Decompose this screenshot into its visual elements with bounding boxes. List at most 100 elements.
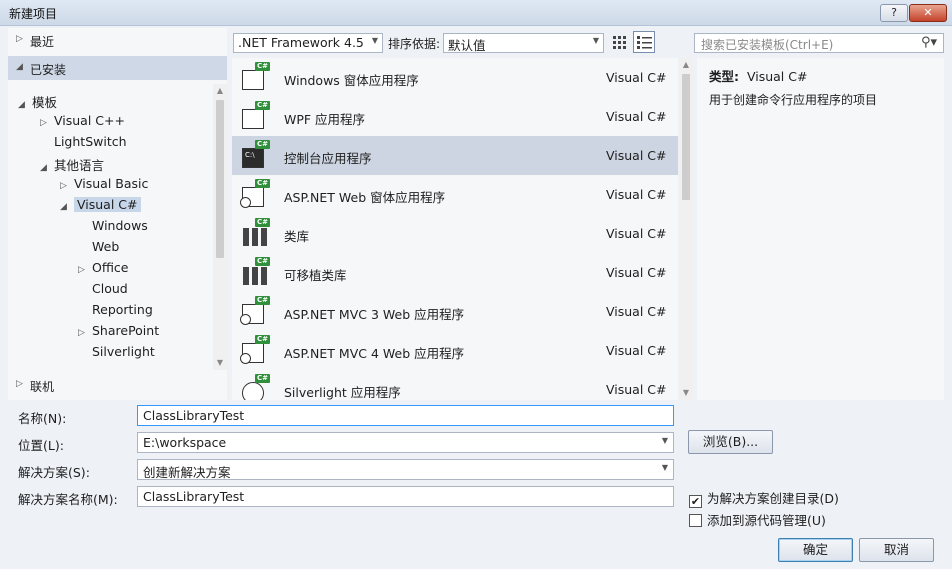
list-view-button[interactable]: [633, 31, 655, 53]
template-language: Visual C#: [606, 226, 667, 241]
tree-item[interactable]: ▷ SharePoint: [78, 323, 159, 343]
tree-item[interactable]: Silverlight: [78, 344, 155, 364]
tree-item-label: SharePoint: [92, 323, 160, 338]
template-row[interactable]: C# WPF 应用程序 Visual C#: [232, 97, 678, 136]
help-button[interactable]: ?: [880, 4, 908, 22]
template-row[interactable]: C# ASP.NET MVC 4 Web 应用程序 Visual C#: [232, 331, 678, 370]
sort-select[interactable]: 默认值 ▼: [443, 33, 604, 53]
source-control-checkbox[interactable]: 添加到源代码管理(U): [689, 510, 826, 529]
solution-name-value: ClassLibraryTest: [143, 489, 245, 504]
tree-item[interactable]: Web: [78, 239, 119, 259]
template-name: Silverlight 应用程序: [284, 385, 401, 400]
template-row[interactable]: C# Windows 窗体应用程序 Visual C#: [232, 58, 678, 97]
section-online[interactable]: ▷ 联机: [8, 373, 227, 397]
template-language: Visual C#: [606, 148, 667, 163]
scroll-down-icon[interactable]: ▼: [679, 386, 693, 400]
template-icon: C#: [240, 218, 271, 248]
expand-arrow-icon[interactable]: ▷: [78, 328, 92, 338]
tree-scrollbar[interactable]: ▲ ▼: [213, 84, 227, 370]
csharp-badge-icon: C#: [255, 296, 271, 305]
collapse-arrow-icon[interactable]: ◢: [60, 202, 74, 212]
dropdown-arrow-icon: ▼: [371, 36, 378, 45]
solution-name-input[interactable]: ClassLibraryTest: [137, 486, 674, 507]
tree-item[interactable]: ◢ 其他语言: [40, 155, 104, 175]
template-icon: C#: [240, 374, 271, 400]
expand-arrow-icon[interactable]: ▷: [78, 265, 92, 275]
template-row[interactable]: C# ASP.NET Web 窗体应用程序 Visual C#: [232, 175, 678, 214]
template-name: ASP.NET MVC 4 Web 应用程序: [284, 346, 465, 361]
collapse-arrow-icon: ◢: [16, 62, 23, 72]
name-input[interactable]: ClassLibraryTest: [137, 405, 674, 426]
close-button[interactable]: ✕: [909, 4, 947, 22]
scroll-thumb[interactable]: [682, 74, 690, 200]
scroll-up-icon[interactable]: ▲: [213, 84, 227, 98]
tree-item-label: Office: [92, 260, 129, 275]
browse-button[interactable]: 浏览(B)...: [688, 430, 773, 454]
library-icon: [261, 228, 267, 246]
collapse-arrow-icon[interactable]: ◢: [18, 100, 32, 110]
section-installed-label: 已安装: [30, 63, 67, 77]
template-name: 可移植类库: [284, 268, 347, 283]
solution-select[interactable]: 创建新解决方案 ▼: [137, 459, 674, 480]
template-language: Visual C#: [606, 304, 667, 319]
location-value: E:\workspace: [143, 435, 227, 450]
scroll-up-icon[interactable]: ▲: [679, 58, 693, 72]
template-row[interactable]: C# 可移植类库 Visual C#: [232, 253, 678, 292]
tree-item[interactable]: LightSwitch: [40, 134, 127, 154]
name-label: 名称(N):: [18, 411, 67, 426]
tree-item[interactable]: Reporting: [78, 302, 153, 322]
create-directory-checkbox[interactable]: ✔ 为解决方案创建目录(D): [689, 488, 839, 508]
expand-arrow-icon[interactable]: ▷: [60, 181, 74, 191]
list-scrollbar[interactable]: ▲ ▼: [679, 58, 693, 400]
create-directory-label: 为解决方案创建目录(D): [707, 491, 839, 506]
template-row[interactable]: C:\ C# 控制台应用程序 Visual C#: [232, 136, 678, 175]
globe-icon: [240, 197, 251, 208]
template-language: Visual C#: [606, 70, 667, 85]
template-icon: C#: [240, 296, 271, 326]
csharp-badge-icon: C#: [255, 335, 271, 344]
tree-item-label: 模板: [32, 95, 58, 110]
template-type: 类型: Visual C#: [709, 66, 807, 85]
template-row[interactable]: C# 类库 Visual C#: [232, 214, 678, 253]
scroll-down-icon[interactable]: ▼: [213, 356, 227, 370]
template-list: C# Windows 窗体应用程序 Visual C# C# WPF 应用程序 Visua…: [232, 58, 678, 400]
tree-item[interactable]: ▷ Visual Basic: [60, 176, 148, 196]
expand-arrow-icon: ▷: [16, 34, 23, 44]
small-icons-view-button[interactable]: [608, 31, 630, 53]
csharp-badge-icon: C#: [255, 257, 271, 266]
section-recent[interactable]: ▷ 最近: [8, 28, 227, 52]
template-name: ASP.NET MVC 3 Web 应用程序: [284, 307, 465, 322]
dialog-body: ▷ 最近 ◢ 已安装 ◢ 模板 ▷ Visual C++ LightSwitch ◢ 其他语…: [0, 26, 952, 569]
tree-item[interactable]: ▷ Visual C++: [40, 113, 125, 133]
description-pane: 类型: Visual C# 用于创建命令行应用程序的项目: [697, 58, 944, 400]
template-language: Visual C#: [606, 109, 667, 124]
library-icon: [243, 228, 249, 246]
name-value: ClassLibraryTest: [143, 408, 245, 423]
tree-item[interactable]: Windows: [78, 218, 148, 238]
cancel-button[interactable]: 取消: [859, 538, 934, 562]
framework-select[interactable]: .NET Framework 4.5 ▼: [233, 33, 383, 53]
library-icon: [243, 267, 249, 285]
template-name: 类库: [284, 229, 310, 244]
template-icon: C#: [240, 101, 271, 131]
section-installed[interactable]: ◢ 已安装: [8, 56, 227, 80]
collapse-arrow-icon[interactable]: ◢: [40, 163, 54, 173]
csharp-badge-icon: C#: [255, 179, 271, 188]
tree-item-label: Windows: [92, 218, 148, 233]
tree-item[interactable]: Cloud: [78, 281, 128, 301]
console-window-icon: C:\: [242, 148, 264, 168]
scroll-thumb[interactable]: [216, 100, 224, 258]
template-row[interactable]: C# ASP.NET MVC 3 Web 应用程序 Visual C#: [232, 292, 678, 331]
tree-item[interactable]: ◢ Visual C#: [60, 197, 141, 217]
tree-item[interactable]: ◢ 模板: [18, 92, 57, 112]
expand-arrow-icon[interactable]: ▷: [40, 118, 54, 128]
ok-button[interactable]: 确定: [778, 538, 853, 562]
location-select[interactable]: E:\workspace ▼: [137, 432, 674, 453]
template-row[interactable]: C# Silverlight 应用程序 Visual C#: [232, 370, 678, 400]
library-icon: [252, 228, 258, 246]
library-icon: [261, 267, 267, 285]
framework-value: .NET Framework 4.5: [238, 35, 364, 50]
template-search-box[interactable]: 搜索已安装模板(Ctrl+E) ⚲▾: [694, 33, 944, 53]
tree-item[interactable]: ▷ Office: [78, 260, 129, 280]
search-icon[interactable]: ⚲▾: [921, 35, 937, 50]
